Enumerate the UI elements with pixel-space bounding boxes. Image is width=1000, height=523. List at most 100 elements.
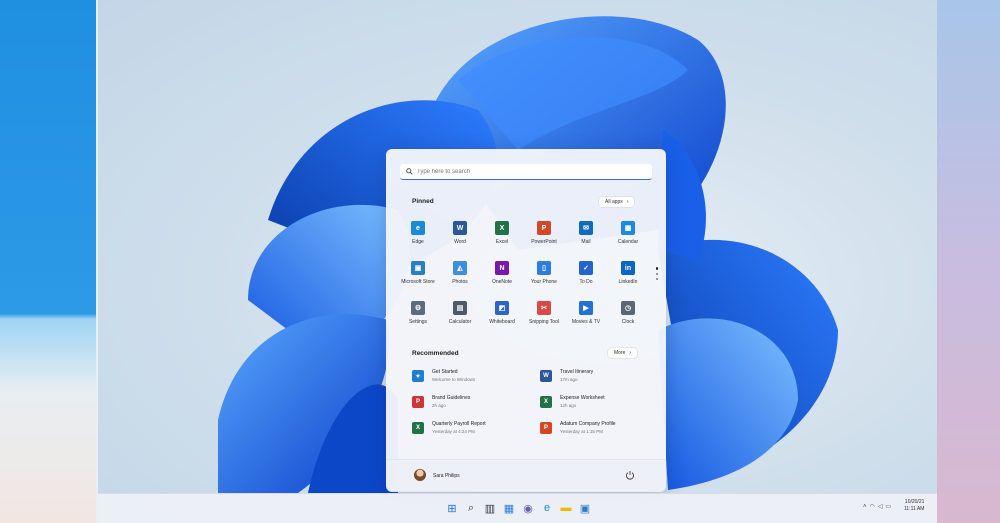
clock-icon: ◷ (621, 301, 635, 315)
all-apps-label: All apps (605, 199, 623, 205)
pinned-app-label: Snipping Tool (529, 319, 559, 325)
snipping-icon: ✂ (537, 301, 551, 315)
powerpoint-doc-icon: P (540, 422, 552, 434)
chevron-up-icon[interactable]: ˄ (863, 504, 867, 510)
pinned-app-onenote[interactable]: N OneNote (481, 261, 523, 301)
calculator-icon: ▤ (453, 301, 467, 315)
recommended-item[interactable]: ✦ Get Started Welcome to Windows (412, 369, 540, 395)
windows-start-icon[interactable]: ⊞ (446, 502, 458, 515)
pinned-app-word[interactable]: W Word (439, 221, 481, 261)
avatar[interactable] (414, 469, 426, 481)
pinned-app-edge[interactable]: e Edge (397, 221, 439, 261)
pinned-app-calculator[interactable]: ▤ Calculator (439, 301, 481, 341)
edge-icon[interactable]: e (541, 502, 553, 514)
volume-icon[interactable]: ◁ (878, 503, 883, 510)
recommended-item-subtitle: Yesterday at 4:24 PM (432, 429, 475, 434)
pinned-app-powerpoint[interactable]: P PowerPoint (523, 221, 565, 261)
movies-icon: ▶ (579, 301, 593, 315)
system-tray[interactable]: ˄ ◠ ◁ ▭ (863, 503, 891, 511)
pinned-app-mail[interactable]: ✉ Mail (565, 221, 607, 261)
pinned-app-photos[interactable]: ◭ Photos (439, 261, 481, 301)
user-name[interactable]: Sara Philips (433, 473, 460, 479)
recommended-item[interactable]: P Brand Guidelines 2h ago (412, 395, 540, 421)
pinned-app-label: Your Phone (531, 279, 557, 285)
pinned-app-excel[interactable]: X Excel (481, 221, 523, 261)
recommended-item[interactable]: X Quarterly Payroll Report Yesterday at 4:… (412, 421, 540, 447)
task-view-icon[interactable]: ▥ (484, 502, 496, 515)
word-doc-icon: W (540, 370, 552, 382)
pinned-title: Pinned (412, 198, 434, 205)
chat-icon[interactable]: ◉ (522, 502, 534, 515)
recommended-item-subtitle: 12h ago (560, 403, 577, 408)
recommended-item[interactable]: X Expense Worksheet 12h ago (540, 395, 652, 421)
recommended-item-subtitle: Welcome to Windows (432, 377, 476, 382)
excel-doc-icon: X (540, 396, 552, 408)
powerpoint-icon: P (537, 221, 551, 235)
search-input[interactable] (417, 168, 637, 175)
excel-icon: X (495, 221, 509, 235)
photos-icon: ◭ (453, 261, 467, 275)
pinned-app-settings[interactable]: ⚙ Settings (397, 301, 439, 341)
start-search-box[interactable] (400, 164, 652, 180)
start-menu: Pinned All apps › e Edge W Word X Excel P Power… (386, 149, 666, 492)
recommended-item[interactable]: P Adatum Company Profile Yesterday at 1:15… (540, 421, 652, 447)
taskbar-app-icons: ⊞ ⌕ ▥ ▦ ◉ e ▬ ▣ (446, 502, 591, 515)
recommended-item-subtitle: 17m ago (560, 377, 578, 382)
pinned-app-phone[interactable]: ▯ Your Phone (523, 261, 565, 301)
pinned-app-label: LinkedIn (618, 279, 638, 285)
onenote-icon: N (495, 261, 509, 275)
pinned-app-label: Word (454, 239, 466, 245)
store-icon[interactable]: ▣ (579, 502, 591, 515)
more-label: More (614, 350, 626, 356)
word-icon: W (453, 221, 467, 235)
pinned-app-label: Edge (412, 239, 424, 245)
recommended-item-title: Adatum Company Profile (560, 421, 616, 427)
file-explorer-icon[interactable]: ▬ (560, 502, 572, 514)
wifi-icon[interactable]: ◠ (870, 503, 875, 510)
clock-date: 10/20/21 (904, 499, 925, 505)
pinned-app-label: Settings (408, 319, 428, 325)
pinned-app-label: Photos (452, 279, 468, 285)
pinned-app-label: Whiteboard (489, 319, 515, 325)
linkedin-icon: in (621, 261, 635, 275)
recommended-list: ✦ Get Started Welcome to Windows W Travel It… (412, 369, 652, 447)
pinned-app-label: Excel (495, 239, 509, 245)
pinned-app-linkedin[interactable]: in LinkedIn (607, 261, 649, 301)
desktop-background-right (935, 0, 1000, 523)
desktop-background-left (0, 0, 96, 523)
store-icon: ▣ (411, 261, 425, 275)
pinned-app-todo[interactable]: ✓ To Do (565, 261, 607, 301)
pinned-app-snipping[interactable]: ✂ Snipping Tool (523, 301, 565, 341)
search-icon[interactable]: ⌕ (465, 502, 477, 514)
all-apps-button[interactable]: All apps › (599, 197, 635, 207)
pinned-app-label: Calendar (617, 239, 639, 245)
pinned-app-label: To Do (579, 279, 593, 285)
power-icon[interactable] (625, 470, 635, 480)
pinned-app-whiteboard[interactable]: ◩ Whiteboard (481, 301, 523, 341)
recommended-item-title: Brand Guidelines (432, 395, 471, 401)
excel-doc-icon: X (412, 422, 424, 434)
settings-icon: ⚙ (411, 301, 425, 315)
battery-icon[interactable]: ▭ (885, 503, 891, 510)
pinned-app-label: Calculator (448, 319, 472, 325)
pdf-icon: P (412, 396, 424, 408)
recommended-item-title: Quarterly Payroll Report (432, 421, 486, 427)
pinned-page-indicator[interactable] (656, 267, 659, 283)
recommended-item-subtitle: 2h ago (432, 403, 446, 408)
pinned-app-label: OneNote (491, 279, 512, 285)
pinned-app-movies[interactable]: ▶ Movies & TV (565, 301, 607, 341)
recommended-item[interactable]: W Travel Itinerary 17m ago (540, 369, 652, 395)
more-button[interactable]: More › (608, 348, 638, 358)
whiteboard-icon: ◩ (495, 301, 509, 315)
pinned-app-clock[interactable]: ◷ Clock (607, 301, 649, 341)
pinned-app-label: Clock (621, 319, 635, 325)
recommended-item-subtitle: Yesterday at 1:15 PM (560, 429, 603, 434)
chevron-right-icon: › (626, 199, 629, 205)
phone-icon: ▯ (537, 261, 551, 275)
taskbar-clock[interactable]: 10/20/21 11:11 AM (904, 499, 924, 513)
recommended-item-title: Get Started (432, 369, 458, 375)
recommended-item-title: Travel Itinerary (560, 369, 594, 375)
pinned-app-calendar[interactable]: ▦ Calendar (607, 221, 649, 261)
widgets-icon[interactable]: ▦ (503, 502, 515, 515)
pinned-app-store[interactable]: ▣ Microsoft Store (397, 261, 439, 301)
